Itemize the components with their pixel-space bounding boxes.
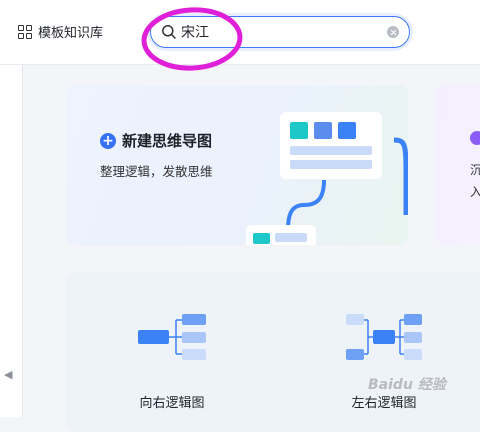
grid-icon (18, 24, 32, 39)
top-bar: 模板知识库 (0, 0, 480, 65)
template-library-label: 模板知识库 (38, 26, 104, 41)
search-box[interactable] (150, 16, 410, 48)
template-left-right-logic[interactable]: 左右逻辑图 (334, 308, 434, 411)
plus-icon: + (100, 132, 116, 149)
next-card-text-2: 入 (470, 185, 480, 199)
next-card[interactable]: 沉 入 (436, 85, 480, 245)
collapse-arrow-icon[interactable]: ◀ (4, 368, 14, 384)
next-card-text-1: 沉 (470, 163, 480, 177)
new-mindmap-title: + 新建思维导图 (100, 130, 212, 151)
template-library-link[interactable]: 模板知识库 (18, 22, 103, 41)
new-mindmap-card[interactable]: + 新建思维导图 整理逻辑，发散思维 (66, 85, 408, 245)
left-right-logic-diagram (346, 314, 422, 360)
next-card-icon (470, 131, 480, 145)
template-right-logic-label: 向右逻辑图 (139, 396, 205, 411)
template-left-right-logic-label: 左右逻辑图 (351, 396, 417, 411)
right-logic-diagram (138, 314, 206, 360)
new-mindmap-description: 整理逻辑，发散思维 (100, 164, 213, 179)
template-right-logic[interactable]: 向右逻辑图 (122, 308, 222, 411)
sidebar (0, 65, 23, 417)
search-input[interactable] (181, 22, 371, 42)
clear-icon[interactable] (387, 26, 399, 38)
new-mindmap-title-text: 新建思维导图 (122, 132, 213, 150)
template-panel: 向右逻辑图 左右逻辑图 (66, 272, 480, 432)
search-icon (162, 25, 176, 39)
